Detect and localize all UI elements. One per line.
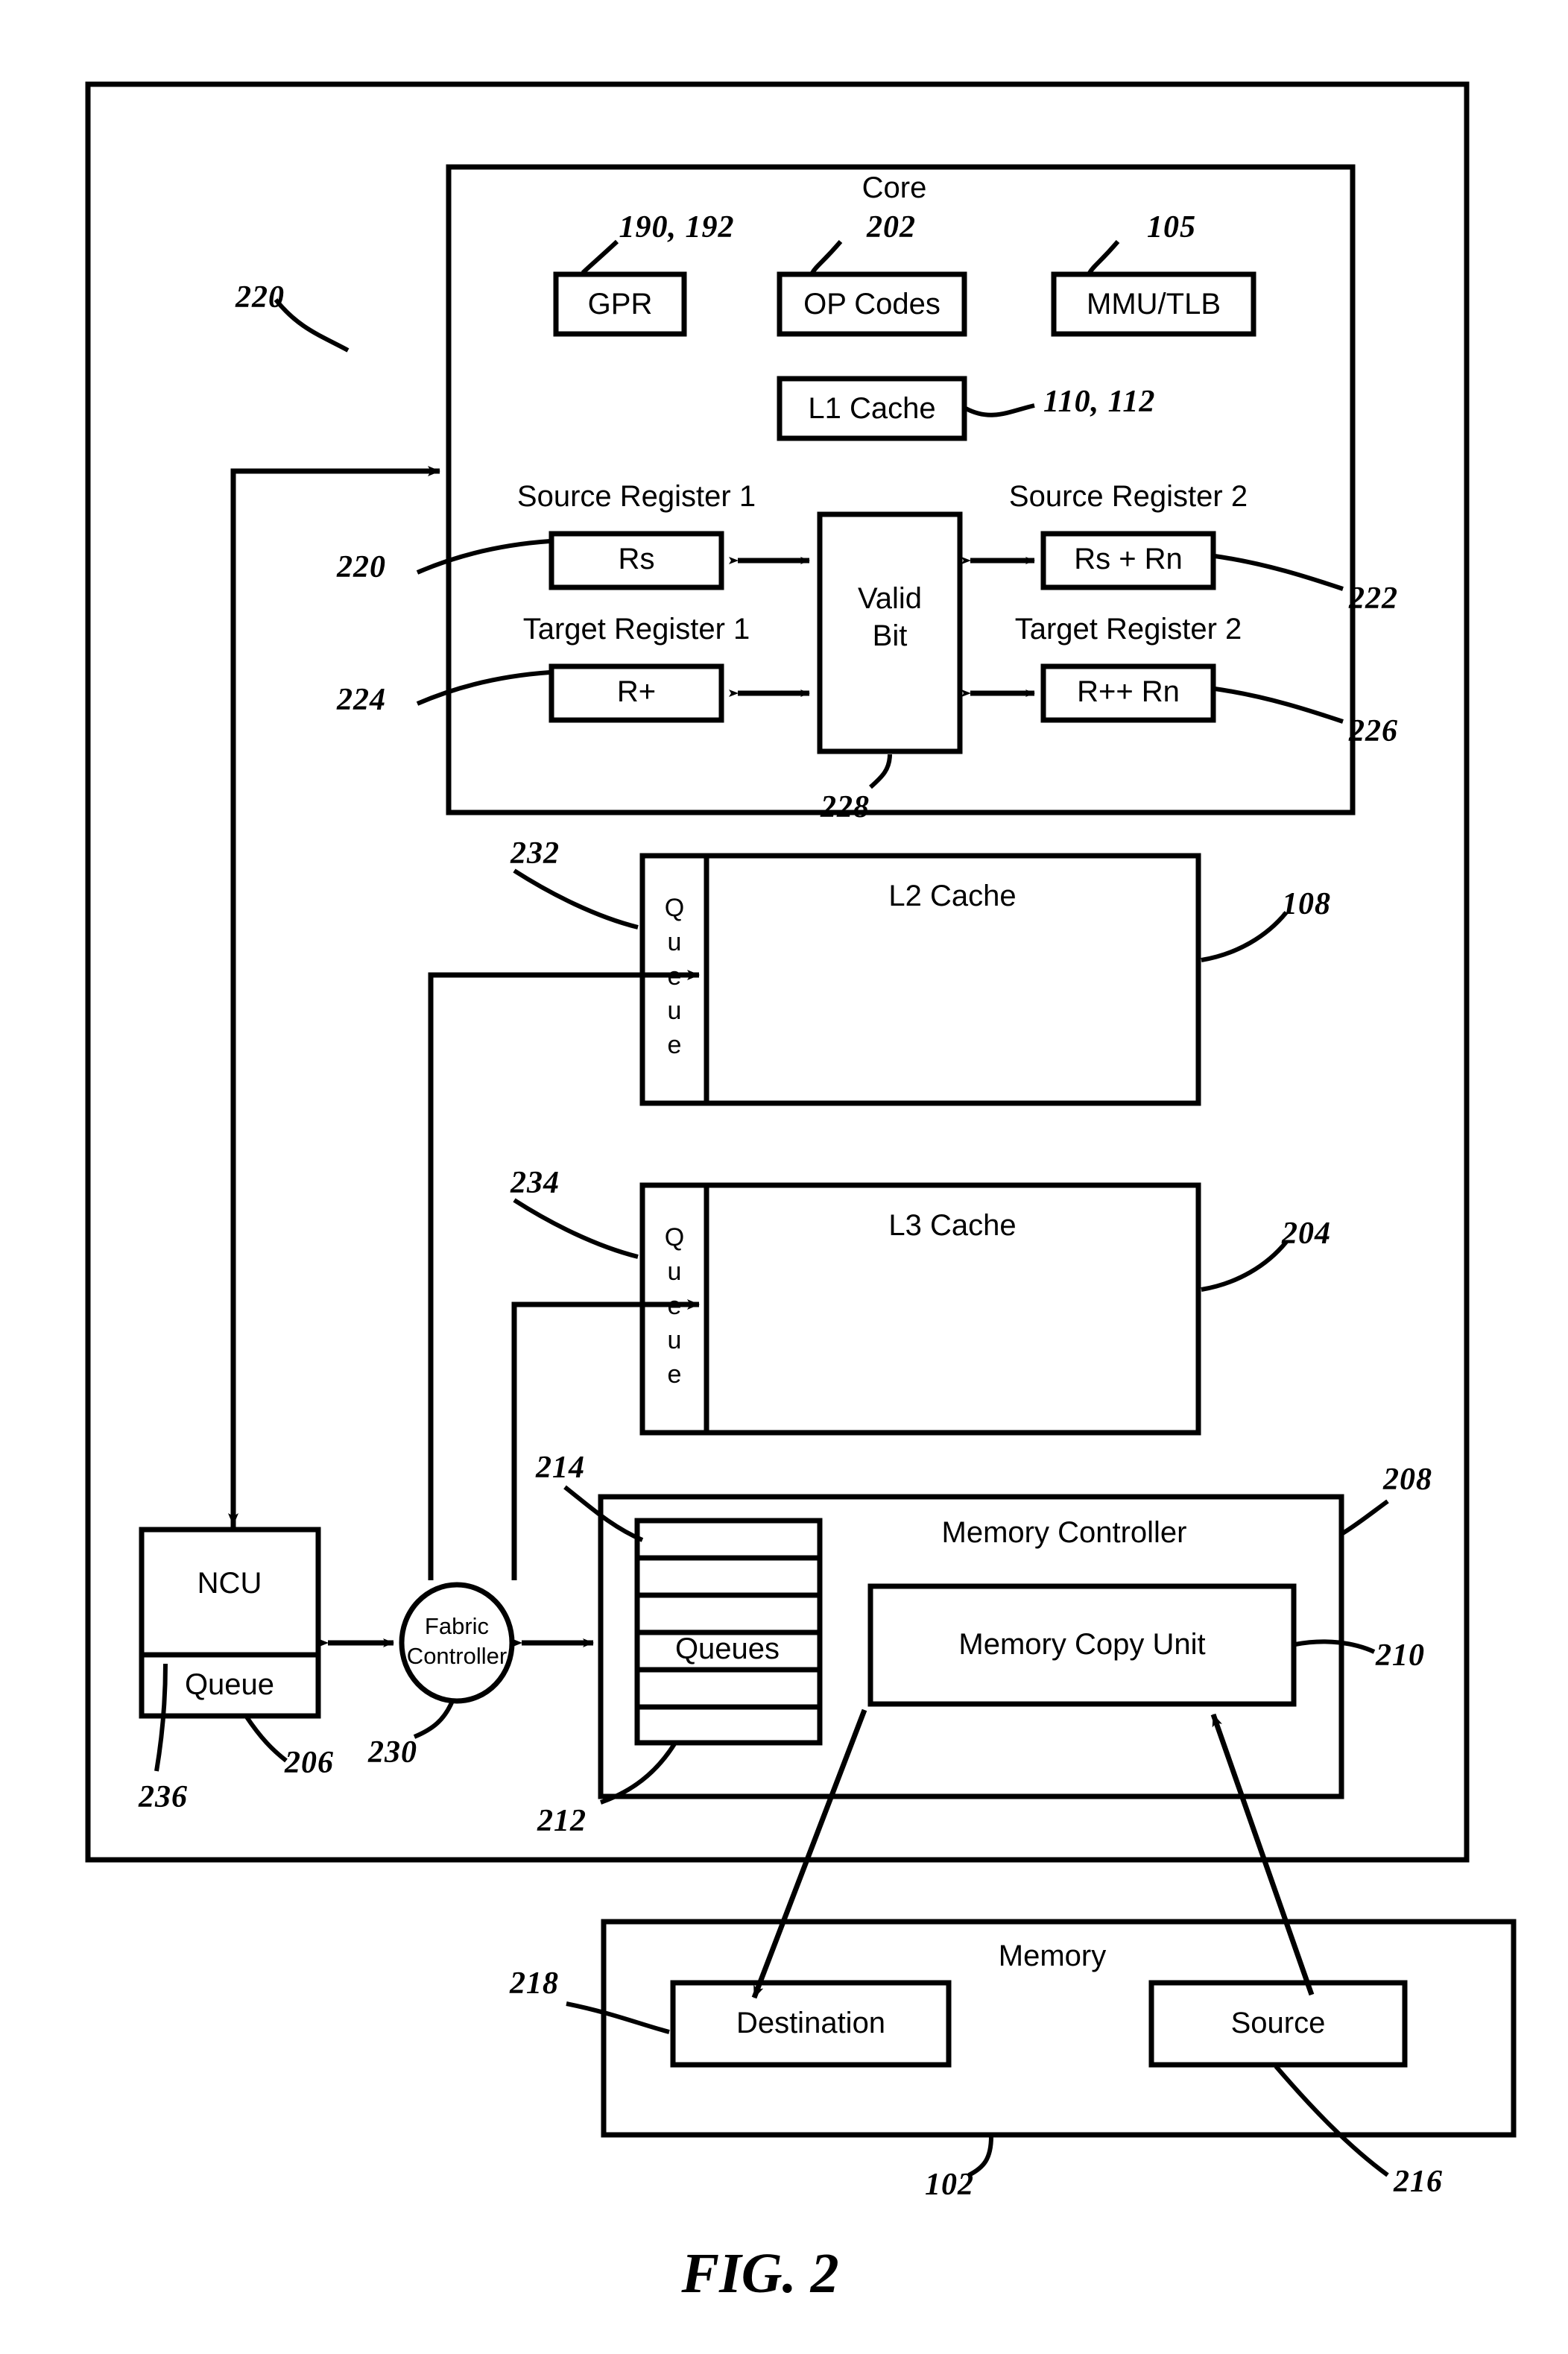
- target-register-2-value: R++ Rn: [1077, 675, 1180, 708]
- source-register-2-value: Rs + Rn: [1074, 543, 1183, 575]
- source-register-1-value: Rs: [618, 543, 655, 575]
- gpr-label: GPR: [587, 288, 653, 321]
- mmu-tlb-label: MMU/TLB: [1087, 288, 1221, 321]
- leader-210: [1294, 1639, 1376, 1654]
- leader-224: [416, 670, 551, 706]
- destination-label: Destination: [736, 2007, 886, 2039]
- ref-230: 230: [368, 1735, 417, 1770]
- fabric-controller-line2: Controller: [406, 1643, 508, 1669]
- memory-controller-title: Memory Controller: [941, 1516, 1187, 1549]
- leader-228: [869, 754, 892, 789]
- l2-queue-label: Queue: [660, 894, 689, 1065]
- ref-202: 202: [867, 210, 916, 244]
- leader-212: [600, 1741, 677, 1805]
- op-codes-label: OP Codes: [803, 288, 941, 321]
- leader-234: [513, 1198, 639, 1259]
- l2-cache-label: L2 Cache: [888, 880, 1017, 912]
- ref-220-rs: 220: [337, 550, 386, 584]
- ref-204: 204: [1282, 1217, 1331, 1251]
- source-register-1-title: Source Register 1: [516, 480, 756, 513]
- source-register-2-title: Source Register 2: [1008, 480, 1248, 513]
- ref-236: 236: [139, 1780, 188, 1814]
- ref-226: 226: [1349, 714, 1398, 748]
- l1-cache-label: L1 Cache: [808, 392, 936, 425]
- leader-230: [413, 1700, 455, 1739]
- wire-ncu-to-core: [230, 466, 440, 1530]
- leader-218: [566, 2001, 670, 2034]
- ref-232: 232: [510, 836, 560, 871]
- ref-212: 212: [537, 1804, 587, 1838]
- patent-figure: Core GPR OP Codes MMU/TLB L1 Cache 190, …: [0, 0, 1568, 2354]
- mc-queues-label: Queues: [674, 1632, 780, 1665]
- leader-204: [1201, 1240, 1289, 1292]
- fabric-controller-line1: Fabric: [424, 1613, 490, 1639]
- ref-220-core: 220: [235, 280, 285, 315]
- ref-110-112: 110, 112: [1043, 385, 1156, 419]
- ref-190-192: 190, 192: [619, 210, 735, 244]
- ref-102: 102: [925, 2168, 974, 2202]
- wire-mcu-to-destination: [751, 1708, 867, 1999]
- leader-190-192: [581, 239, 619, 275]
- leader-108: [1201, 911, 1289, 962]
- leader-220-core: [274, 298, 350, 353]
- source-label: Source: [1230, 2007, 1326, 2039]
- diagram-artwork: [85, 81, 1517, 2177]
- target-register-2-title: Target Register 2: [1014, 613, 1242, 646]
- target-register-1-value: R+: [616, 675, 657, 708]
- ncu-queue-label: Queue: [184, 1668, 275, 1701]
- leader-208: [1340, 1499, 1389, 1536]
- memory-copy-unit-label: Memory Copy Unit: [958, 1628, 1206, 1661]
- leader-202: [810, 240, 843, 274]
- core-title: Core: [862, 171, 927, 204]
- target-register-1-title: Target Register 1: [522, 613, 750, 646]
- ncu-label: NCU: [197, 1567, 262, 1600]
- ref-228: 228: [821, 790, 870, 824]
- l3-queue-label: Queue: [660, 1223, 689, 1395]
- leader-206: [244, 1714, 288, 1763]
- valid-bit-line2: Bit: [872, 619, 908, 652]
- ref-214: 214: [536, 1451, 585, 1485]
- ref-208: 208: [1383, 1462, 1432, 1497]
- ref-224: 224: [337, 683, 386, 717]
- leader-216: [1274, 2065, 1389, 2177]
- leader-226: [1214, 687, 1344, 724]
- l3-cache-label: L3 Cache: [888, 1209, 1017, 1242]
- wire-source-to-mcu: [1210, 1713, 1315, 1996]
- figure-caption: FIG. 2: [681, 2242, 839, 2305]
- leader-220-rs: [416, 539, 551, 575]
- ref-210: 210: [1376, 1638, 1425, 1673]
- ref-206: 206: [285, 1746, 334, 1780]
- valid-bit-line1: Valid: [858, 582, 922, 615]
- leader-105: [1087, 240, 1120, 274]
- leader-110-112: [964, 403, 1035, 417]
- ref-216: 216: [1394, 2165, 1443, 2199]
- memory-title: Memory: [998, 1940, 1107, 1972]
- ref-222: 222: [1349, 581, 1398, 616]
- leader-232: [513, 868, 639, 930]
- ref-234: 234: [510, 1166, 560, 1200]
- ref-108: 108: [1282, 887, 1331, 921]
- ref-105: 105: [1147, 210, 1196, 244]
- leader-222: [1214, 554, 1344, 591]
- ref-218: 218: [510, 1966, 559, 2001]
